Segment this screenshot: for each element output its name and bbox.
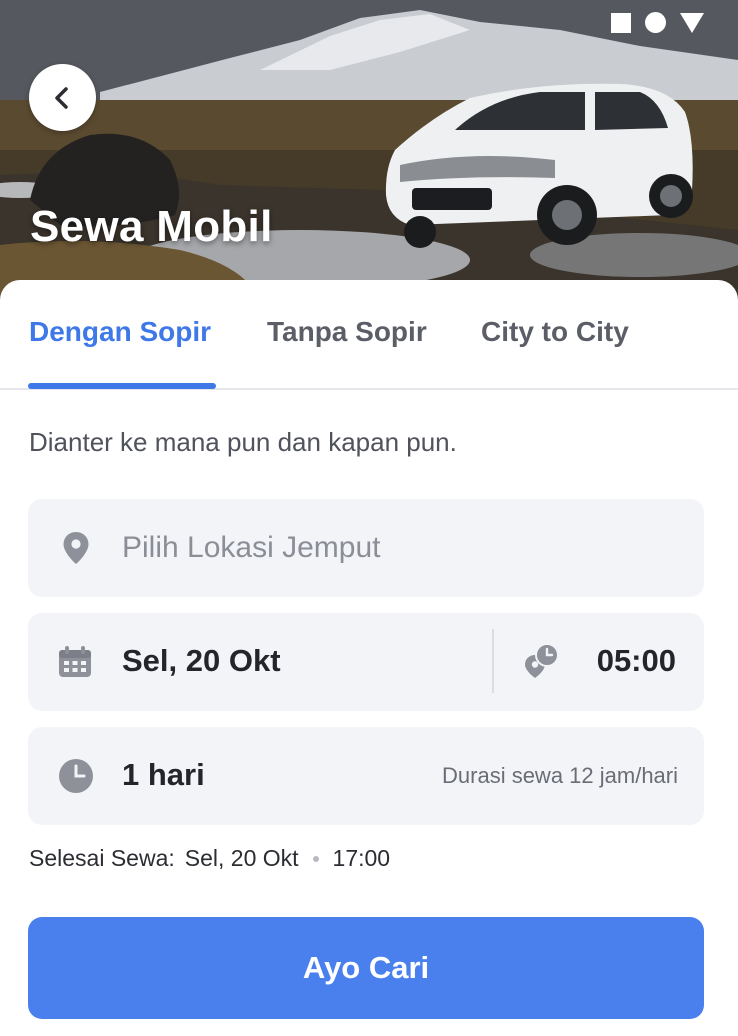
schedule-field: Sel, 20 Okt 05:00 — [28, 613, 704, 711]
hero-banner: Sewa Mobil — [0, 0, 738, 300]
tab-bar: Dengan Sopir Tanpa Sopir City to City — [0, 280, 738, 390]
hero-image — [0, 0, 738, 300]
pickup-time-icon — [525, 643, 559, 678]
location-pin-icon — [63, 532, 89, 564]
status-bar — [611, 12, 704, 33]
end-time: 17:00 — [332, 845, 391, 871]
booking-sheet: Dengan Sopir Tanpa Sopir City to City Di… — [0, 280, 738, 1036]
pickup-time[interactable]: 05:00 — [597, 643, 676, 679]
clock-icon — [59, 759, 93, 793]
duration-value: 1 hari — [122, 757, 205, 792]
end-label: Selesai Sewa: — [29, 845, 175, 871]
triangle-icon — [680, 12, 704, 33]
calendar-icon — [59, 646, 91, 677]
search-button[interactable]: Ayo Cari — [28, 917, 704, 1019]
square-icon — [611, 12, 631, 33]
search-button-label: Ayo Cari — [302, 950, 430, 985]
pickup-date[interactable]: Sel, 20 Okt — [122, 643, 281, 679]
divider — [492, 629, 494, 693]
chevron-left-icon — [54, 86, 68, 109]
duration-field[interactable]: 1 hari Durasi sewa 12 jam/hari — [28, 727, 704, 825]
tab-dengan-sopir[interactable]: Dengan Sopir — [29, 316, 211, 348]
separator-dot — [312, 855, 319, 862]
duration-note: Durasi sewa 12 jam/hari — [442, 763, 678, 788]
tab-description: Dianter ke mana pun dan kapan pun. — [29, 427, 457, 457]
pickup-location-placeholder: Pilih Lokasi Jemput — [122, 531, 381, 564]
page-title: Sewa Mobil — [30, 202, 273, 251]
tab-tanpa-sopir[interactable]: Tanpa Sopir — [267, 316, 427, 348]
tab-city-to-city[interactable]: City to City — [481, 316, 629, 348]
end-date: Sel, 20 Okt — [184, 845, 299, 871]
pickup-location-field[interactable]: Pilih Lokasi Jemput — [28, 499, 704, 597]
rental-end-summary: Selesai Sewa: Sel, 20 Okt 17:00 — [29, 845, 390, 872]
active-tab-indicator — [28, 383, 216, 389]
circle-icon — [645, 12, 666, 33]
back-button[interactable] — [29, 64, 96, 131]
